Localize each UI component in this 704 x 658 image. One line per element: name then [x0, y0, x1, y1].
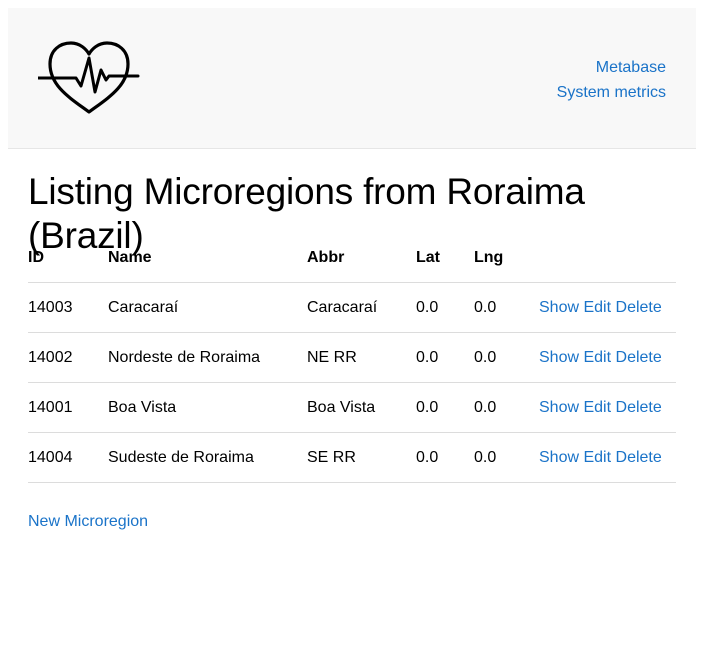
- edit-link[interactable]: Edit: [583, 349, 611, 366]
- column-header-id: ID: [28, 234, 108, 283]
- cell-lat: 0.0: [416, 432, 474, 483]
- cell-abbr: SE RR: [307, 432, 416, 483]
- cell-name: Nordeste de Roraima: [108, 332, 307, 383]
- cell-lng: 0.0: [474, 282, 539, 333]
- cell-abbr: Boa Vista: [307, 382, 416, 433]
- cell-lng: 0.0: [474, 332, 539, 383]
- cell-id: 14004: [28, 432, 108, 483]
- cell-abbr: NE RR: [307, 332, 416, 383]
- microregions-table: ID Name Abbr Lat Lng 14003 Caracaraí Car…: [28, 234, 676, 483]
- delete-link[interactable]: Delete: [616, 349, 662, 366]
- site-header: Metabase System metrics: [8, 8, 696, 149]
- table-header-row: ID Name Abbr Lat Lng: [28, 234, 676, 283]
- delete-link[interactable]: Delete: [616, 449, 662, 466]
- show-link[interactable]: Show: [539, 349, 579, 366]
- cell-id: 14001: [28, 382, 108, 433]
- delete-link[interactable]: Delete: [616, 399, 662, 416]
- edit-link[interactable]: Edit: [583, 449, 611, 466]
- cell-name: Sudeste de Roraima: [108, 432, 307, 483]
- edit-link[interactable]: Edit: [583, 399, 611, 416]
- cell-actions: Show Edit Delete: [539, 382, 676, 433]
- delete-link[interactable]: Delete: [616, 299, 662, 316]
- column-header-lat: Lat: [416, 234, 474, 283]
- show-link[interactable]: Show: [539, 399, 579, 416]
- cell-lat: 0.0: [416, 332, 474, 383]
- table-row: 14004 Sudeste de Roraima SE RR 0.0 0.0 S…: [28, 432, 676, 483]
- cell-id: 14002: [28, 332, 108, 383]
- cell-lat: 0.0: [416, 282, 474, 333]
- cell-abbr: Caracaraí: [307, 282, 416, 333]
- show-link[interactable]: Show: [539, 449, 579, 466]
- cell-lng: 0.0: [474, 382, 539, 433]
- header-nav: Metabase System metrics: [557, 55, 666, 105]
- nav-link-system-metrics[interactable]: System metrics: [557, 80, 666, 105]
- edit-link[interactable]: Edit: [583, 299, 611, 316]
- cell-name: Boa Vista: [108, 382, 307, 433]
- cell-actions: Show Edit Delete: [539, 282, 676, 333]
- new-microregion-link[interactable]: New Microregion: [28, 512, 148, 532]
- table-row: 14003 Caracaraí Caracaraí 0.0 0.0 Show E…: [28, 282, 676, 333]
- column-header-lng: Lng: [474, 234, 539, 283]
- show-link[interactable]: Show: [539, 299, 579, 316]
- cell-lat: 0.0: [416, 382, 474, 433]
- cell-actions: Show Edit Delete: [539, 432, 676, 483]
- column-header-abbr: Abbr: [307, 234, 416, 283]
- cell-name: Caracaraí: [108, 282, 307, 333]
- cell-actions: Show Edit Delete: [539, 332, 676, 383]
- table-row: 14001 Boa Vista Boa Vista 0.0 0.0 Show E…: [28, 382, 676, 433]
- heart-pulse-icon[interactable]: [38, 40, 140, 116]
- table-row: 14002 Nordeste de Roraima NE RR 0.0 0.0 …: [28, 332, 676, 383]
- cell-id: 14003: [28, 282, 108, 333]
- column-header-name: Name: [108, 234, 307, 283]
- cell-lng: 0.0: [474, 432, 539, 483]
- column-header-actions: [539, 234, 676, 283]
- nav-link-metabase[interactable]: Metabase: [557, 55, 666, 80]
